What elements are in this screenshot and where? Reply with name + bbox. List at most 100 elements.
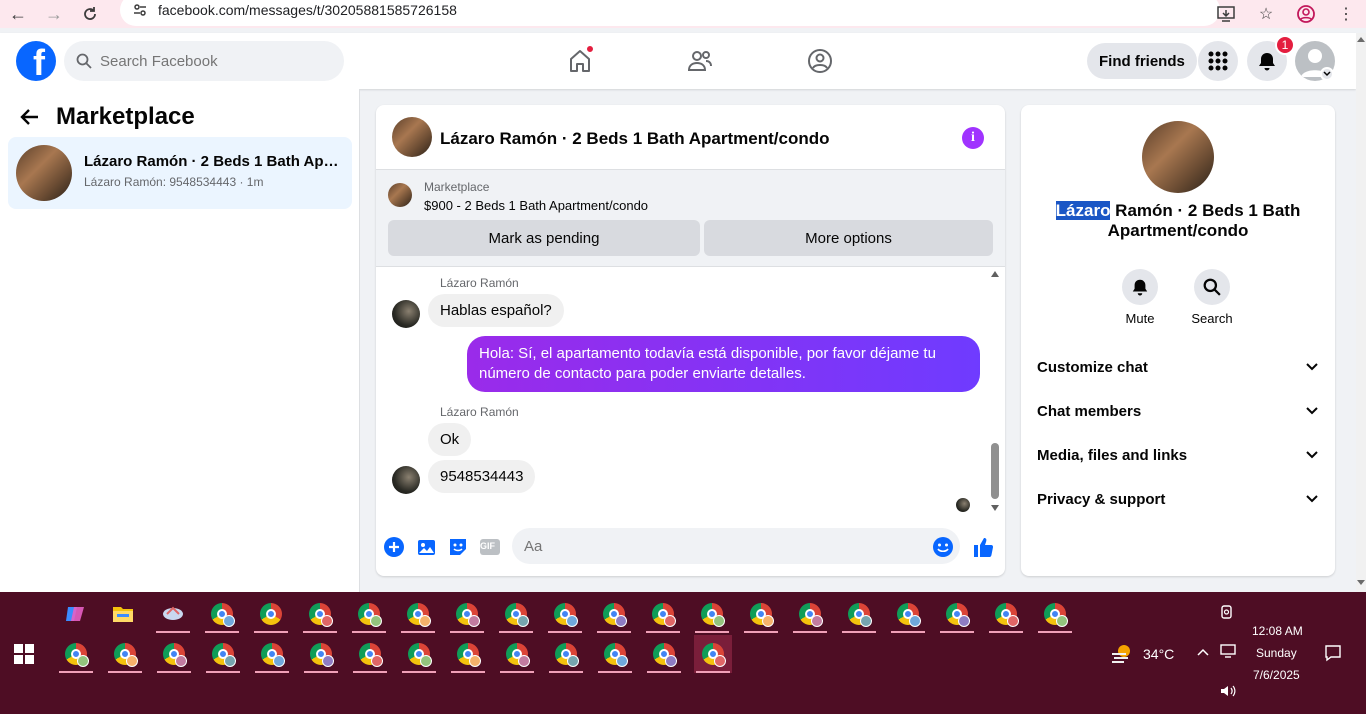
taskbar-chrome-icon[interactable] xyxy=(596,635,634,673)
plus-circle-icon[interactable] xyxy=(382,535,406,559)
taskbar-chrome-icon[interactable] xyxy=(350,595,388,633)
address-bar[interactable]: facebook.com/messages/t/3020588158572615… xyxy=(120,0,1220,26)
scroll-down-arrow-icon[interactable] xyxy=(1357,580,1365,585)
site-settings-icon[interactable] xyxy=(132,2,148,18)
back-arrow-icon[interactable] xyxy=(20,107,40,127)
file-explorer-icon[interactable] xyxy=(104,595,142,633)
forward-icon[interactable]: → xyxy=(36,0,72,28)
taskbar-chrome-icon[interactable] xyxy=(155,635,193,673)
scroll-down-arrow-icon[interactable] xyxy=(991,505,999,511)
nav-friends[interactable] xyxy=(640,33,760,89)
taskbar-chrome-icon[interactable] xyxy=(1036,595,1074,633)
taskbar-chrome-icon[interactable] xyxy=(301,595,339,633)
message-input[interactable] xyxy=(512,528,960,564)
taskbar-chrome-icon[interactable] xyxy=(644,595,682,633)
more-options-button[interactable]: More options xyxy=(704,220,993,256)
notification-count-badge: 1 xyxy=(1275,35,1295,55)
taskbar-chrome-icon[interactable] xyxy=(546,595,584,633)
taskbar-chrome-icon[interactable] xyxy=(106,635,144,673)
facebook-logo-icon[interactable]: f xyxy=(16,41,56,81)
message-scrollbar[interactable] xyxy=(989,267,1001,515)
nav-groups[interactable] xyxy=(760,33,880,89)
chat-title[interactable]: Lázaro Ramón · 2 Beds 1 Bath Apartment/c… xyxy=(440,129,829,149)
chat-avatar[interactable] xyxy=(392,117,432,157)
notifications-button[interactable]: 1 xyxy=(1247,35,1295,81)
page-scrollbar[interactable] xyxy=(1356,33,1366,592)
taskbar-chrome-icon[interactable] xyxy=(448,595,486,633)
menu-button[interactable] xyxy=(1198,41,1238,81)
volume-icon[interactable] xyxy=(1220,684,1236,698)
search-in-chat-button[interactable]: Search xyxy=(1182,269,1242,326)
thumbs-up-icon[interactable] xyxy=(971,535,995,559)
mute-label: Mute xyxy=(1125,311,1155,326)
info-avatar[interactable] xyxy=(1142,121,1214,193)
gif-icon[interactable]: GIF xyxy=(478,535,502,559)
clock-time[interactable]: 12:08 AM xyxy=(1252,624,1303,638)
taskbar-chrome-icon[interactable] xyxy=(399,595,437,633)
taskbar-chrome-icon[interactable] xyxy=(497,595,535,633)
menu-dots-icon[interactable]: ⋮ xyxy=(1326,0,1366,28)
sender-avatar[interactable] xyxy=(392,466,420,494)
taskbar-chrome-icon[interactable] xyxy=(547,635,585,673)
taskbar-chrome-icon[interactable] xyxy=(253,635,291,673)
taskbar-chrome-icon[interactable] xyxy=(498,635,536,673)
profile-icon[interactable] xyxy=(1286,0,1326,28)
mark-as-pending-button[interactable]: Mark as pending xyxy=(388,220,700,256)
scroll-up-arrow-icon[interactable] xyxy=(991,271,999,277)
listing-price-title[interactable]: $900 - 2 Beds 1 Bath Apartment/condo xyxy=(424,198,648,213)
message-bubble-incoming: 9548534443 xyxy=(428,460,536,493)
taskbar-chrome-icon[interactable] xyxy=(204,635,242,673)
media-files-links-row[interactable]: Media, files and links xyxy=(1037,435,1319,475)
taskbar-chrome-icon[interactable] xyxy=(987,595,1025,633)
reload-icon[interactable] xyxy=(72,0,108,28)
row-label: Chat members xyxy=(1037,402,1142,420)
install-app-icon[interactable] xyxy=(1206,0,1246,28)
clock-day[interactable]: Sunday xyxy=(1256,646,1297,660)
taskbar-chrome-icon[interactable] xyxy=(595,595,633,633)
nav-home[interactable] xyxy=(520,33,640,89)
taskbar-chrome-icon[interactable] xyxy=(938,595,976,633)
taskbar-chrome-icon[interactable] xyxy=(645,635,683,673)
weather-temperature[interactable]: 34°C xyxy=(1143,646,1174,662)
taskbar-chrome-icon[interactable] xyxy=(694,635,732,673)
facebook-search[interactable] xyxy=(64,41,344,81)
taskbar-chrome-icon[interactable] xyxy=(742,595,780,633)
sticker-icon[interactable] xyxy=(446,535,470,559)
sender-avatar[interactable] xyxy=(392,300,420,328)
taskbar-chrome-icon[interactable] xyxy=(252,595,290,633)
clock-date[interactable]: 7/6/2025 xyxy=(1253,668,1300,682)
taskbar-chrome-icon[interactable] xyxy=(449,635,487,673)
emoji-icon[interactable] xyxy=(931,535,955,559)
search-input[interactable] xyxy=(100,52,320,70)
privacy-support-row[interactable]: Privacy & support xyxy=(1037,479,1319,519)
mute-button[interactable]: Mute xyxy=(1110,269,1170,326)
scroll-thumb[interactable] xyxy=(991,443,999,499)
chat-members-row[interactable]: Chat members xyxy=(1037,391,1319,431)
copilot-icon[interactable] xyxy=(56,595,94,633)
customize-chat-row[interactable]: Customize chat xyxy=(1037,347,1319,387)
app-icon[interactable] xyxy=(154,595,192,633)
taskbar-chrome-icon[interactable] xyxy=(203,595,241,633)
taskbar-chrome-icon[interactable] xyxy=(693,595,731,633)
taskbar-chrome-icon[interactable] xyxy=(889,595,927,633)
find-friends-button[interactable]: Find friends xyxy=(1087,43,1197,79)
chevron-down-icon[interactable] xyxy=(1320,67,1334,81)
photo-icon[interactable] xyxy=(414,535,438,559)
conversation-item[interactable]: Lázaro Ramón · 2 Beds 1 Bath Apartment/c… xyxy=(8,137,352,209)
info-icon[interactable]: i xyxy=(962,127,984,149)
bookmark-star-icon[interactable]: ☆ xyxy=(1246,0,1286,28)
back-icon[interactable]: ← xyxy=(0,0,36,28)
listing-thumbnail[interactable] xyxy=(388,183,412,207)
taskbar-chrome-icon[interactable] xyxy=(57,635,95,673)
taskbar-chrome-icon[interactable] xyxy=(791,595,829,633)
taskbar-chrome-icon[interactable] xyxy=(302,635,340,673)
taskbar-chrome-icon[interactable] xyxy=(840,595,878,633)
notification-center-icon[interactable] xyxy=(1324,644,1342,662)
meeting-icon[interactable] xyxy=(1220,604,1234,620)
taskbar-chrome-icon[interactable] xyxy=(400,635,438,673)
scroll-up-arrow-icon[interactable] xyxy=(1357,37,1365,42)
chevron-up-icon[interactable] xyxy=(1197,648,1209,656)
message-bubble-incoming: Hablas español? xyxy=(428,294,564,327)
taskbar-chrome-icon[interactable] xyxy=(351,635,389,673)
network-icon[interactable] xyxy=(1220,644,1236,658)
